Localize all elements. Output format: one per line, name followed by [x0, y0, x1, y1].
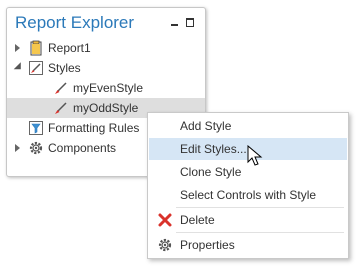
- formatting-rules-icon: [29, 121, 43, 135]
- tree-node-label: Styles: [48, 61, 81, 75]
- mouse-pointer-icon: [247, 145, 263, 166]
- panel-title: Report Explorer: [15, 13, 135, 32]
- tree-node-label: Components: [48, 141, 117, 155]
- menu-separator: [176, 207, 344, 208]
- style-brush-icon: [55, 82, 67, 94]
- tree-node-label: Report1: [48, 41, 91, 55]
- collapse-arrow-icon[interactable]: [13, 62, 25, 73]
- menu-item-label: Edit Styles...: [180, 142, 247, 156]
- tree-node-label: myEvenStyle: [73, 81, 144, 95]
- menu-item-label: Add Style: [180, 119, 232, 133]
- tree-node-report1[interactable]: Report1: [7, 38, 205, 58]
- tree-node-myevenstyle[interactable]: myEvenStyle: [7, 78, 205, 98]
- style-brush-icon: [55, 102, 67, 114]
- menu-item-properties[interactable]: Properties: [149, 234, 347, 256]
- menu-item-add-style[interactable]: Add Style: [149, 115, 347, 137]
- styles-brush-icon: [29, 61, 43, 75]
- menu-item-label: Properties: [180, 238, 235, 252]
- expand-arrow-icon[interactable]: [15, 144, 20, 152]
- report-clipboard-icon: [30, 40, 42, 56]
- gear-icon: [29, 141, 43, 155]
- menu-item-select-controls[interactable]: Select Controls with Style: [149, 184, 347, 206]
- tree-node-label: Formatting Rules: [48, 121, 140, 135]
- menu-item-label: Clone Style: [180, 165, 242, 179]
- menu-item-label: Select Controls with Style: [180, 188, 317, 202]
- menu-item-label: Delete: [180, 213, 215, 227]
- context-menu: Add Style Edit Styles... Clone Style Sel…: [147, 112, 349, 259]
- minimize-icon[interactable]: [169, 17, 181, 29]
- tree-node-styles[interactable]: Styles: [7, 58, 205, 78]
- panel-header: Report Explorer: [7, 8, 205, 38]
- delete-x-icon: [158, 213, 172, 227]
- tree-node-label: myOddStyle: [73, 101, 139, 115]
- menu-separator: [176, 232, 344, 233]
- gear-icon: [158, 238, 172, 252]
- maximize-icon[interactable]: [185, 17, 197, 29]
- menu-item-delete[interactable]: Delete: [149, 209, 347, 231]
- expand-arrow-icon[interactable]: [15, 44, 20, 52]
